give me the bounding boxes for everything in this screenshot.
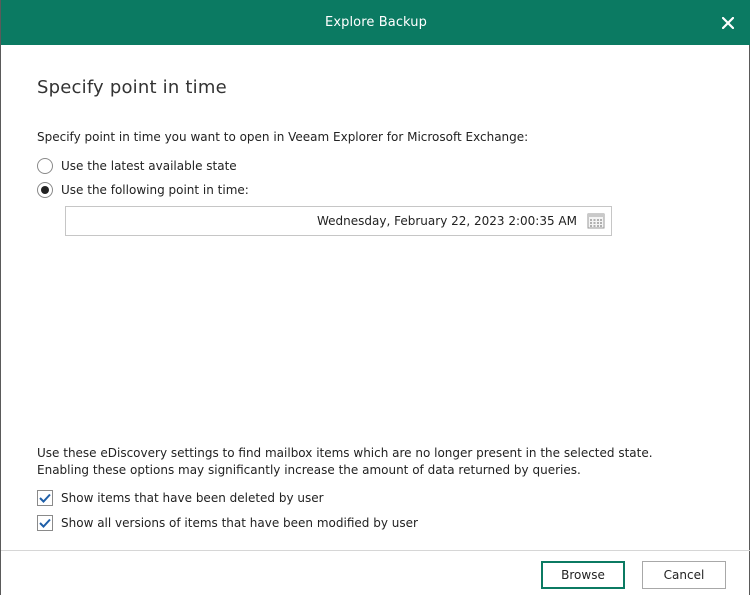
page-heading: Specify point in time	[37, 77, 227, 98]
ediscovery-note-line2: Enabling these options may significantly…	[37, 463, 581, 477]
close-icon	[722, 17, 734, 29]
window-title: Explore Backup	[325, 15, 427, 30]
point-in-time-prompt: Specify point in time you want to open i…	[37, 130, 529, 144]
browse-button[interactable]: Browse	[541, 561, 625, 589]
show-versions-label: Show all versions of items that have bee…	[61, 516, 418, 530]
footer-divider	[1, 550, 750, 551]
show-deleted-checkbox[interactable]	[37, 490, 53, 506]
title-bar[interactable]: Explore Backup	[1, 0, 750, 45]
show-deleted-option[interactable]: Show items that have been deleted by use…	[37, 490, 324, 506]
latest-state-option[interactable]: Use the latest available state	[37, 158, 237, 174]
explore-backup-dialog: Explore Backup Specify point in time Spe…	[0, 0, 750, 595]
point-in-time-radio[interactable]	[37, 182, 53, 198]
ediscovery-note: Use these eDiscovery settings to find ma…	[37, 445, 653, 479]
show-deleted-label: Show items that have been deleted by use…	[61, 491, 324, 505]
ediscovery-note-line1: Use these eDiscovery settings to find ma…	[37, 446, 653, 460]
calendar-icon[interactable]	[587, 213, 605, 229]
check-mark-icon	[39, 493, 51, 503]
check-mark-icon	[39, 518, 51, 528]
point-in-time-value: Wednesday, February 22, 2023 2:00:35 AM	[317, 214, 577, 228]
point-in-time-option[interactable]: Use the following point in time:	[37, 182, 249, 198]
show-versions-checkbox[interactable]	[37, 515, 53, 531]
cancel-button[interactable]: Cancel	[642, 561, 726, 589]
show-versions-option[interactable]: Show all versions of items that have bee…	[37, 515, 418, 531]
point-in-time-field[interactable]: Wednesday, February 22, 2023 2:00:35 AM	[65, 206, 612, 236]
latest-state-label: Use the latest available state	[61, 159, 237, 173]
point-in-time-label: Use the following point in time:	[61, 183, 249, 197]
latest-state-radio[interactable]	[37, 158, 53, 174]
close-button[interactable]	[713, 8, 743, 38]
